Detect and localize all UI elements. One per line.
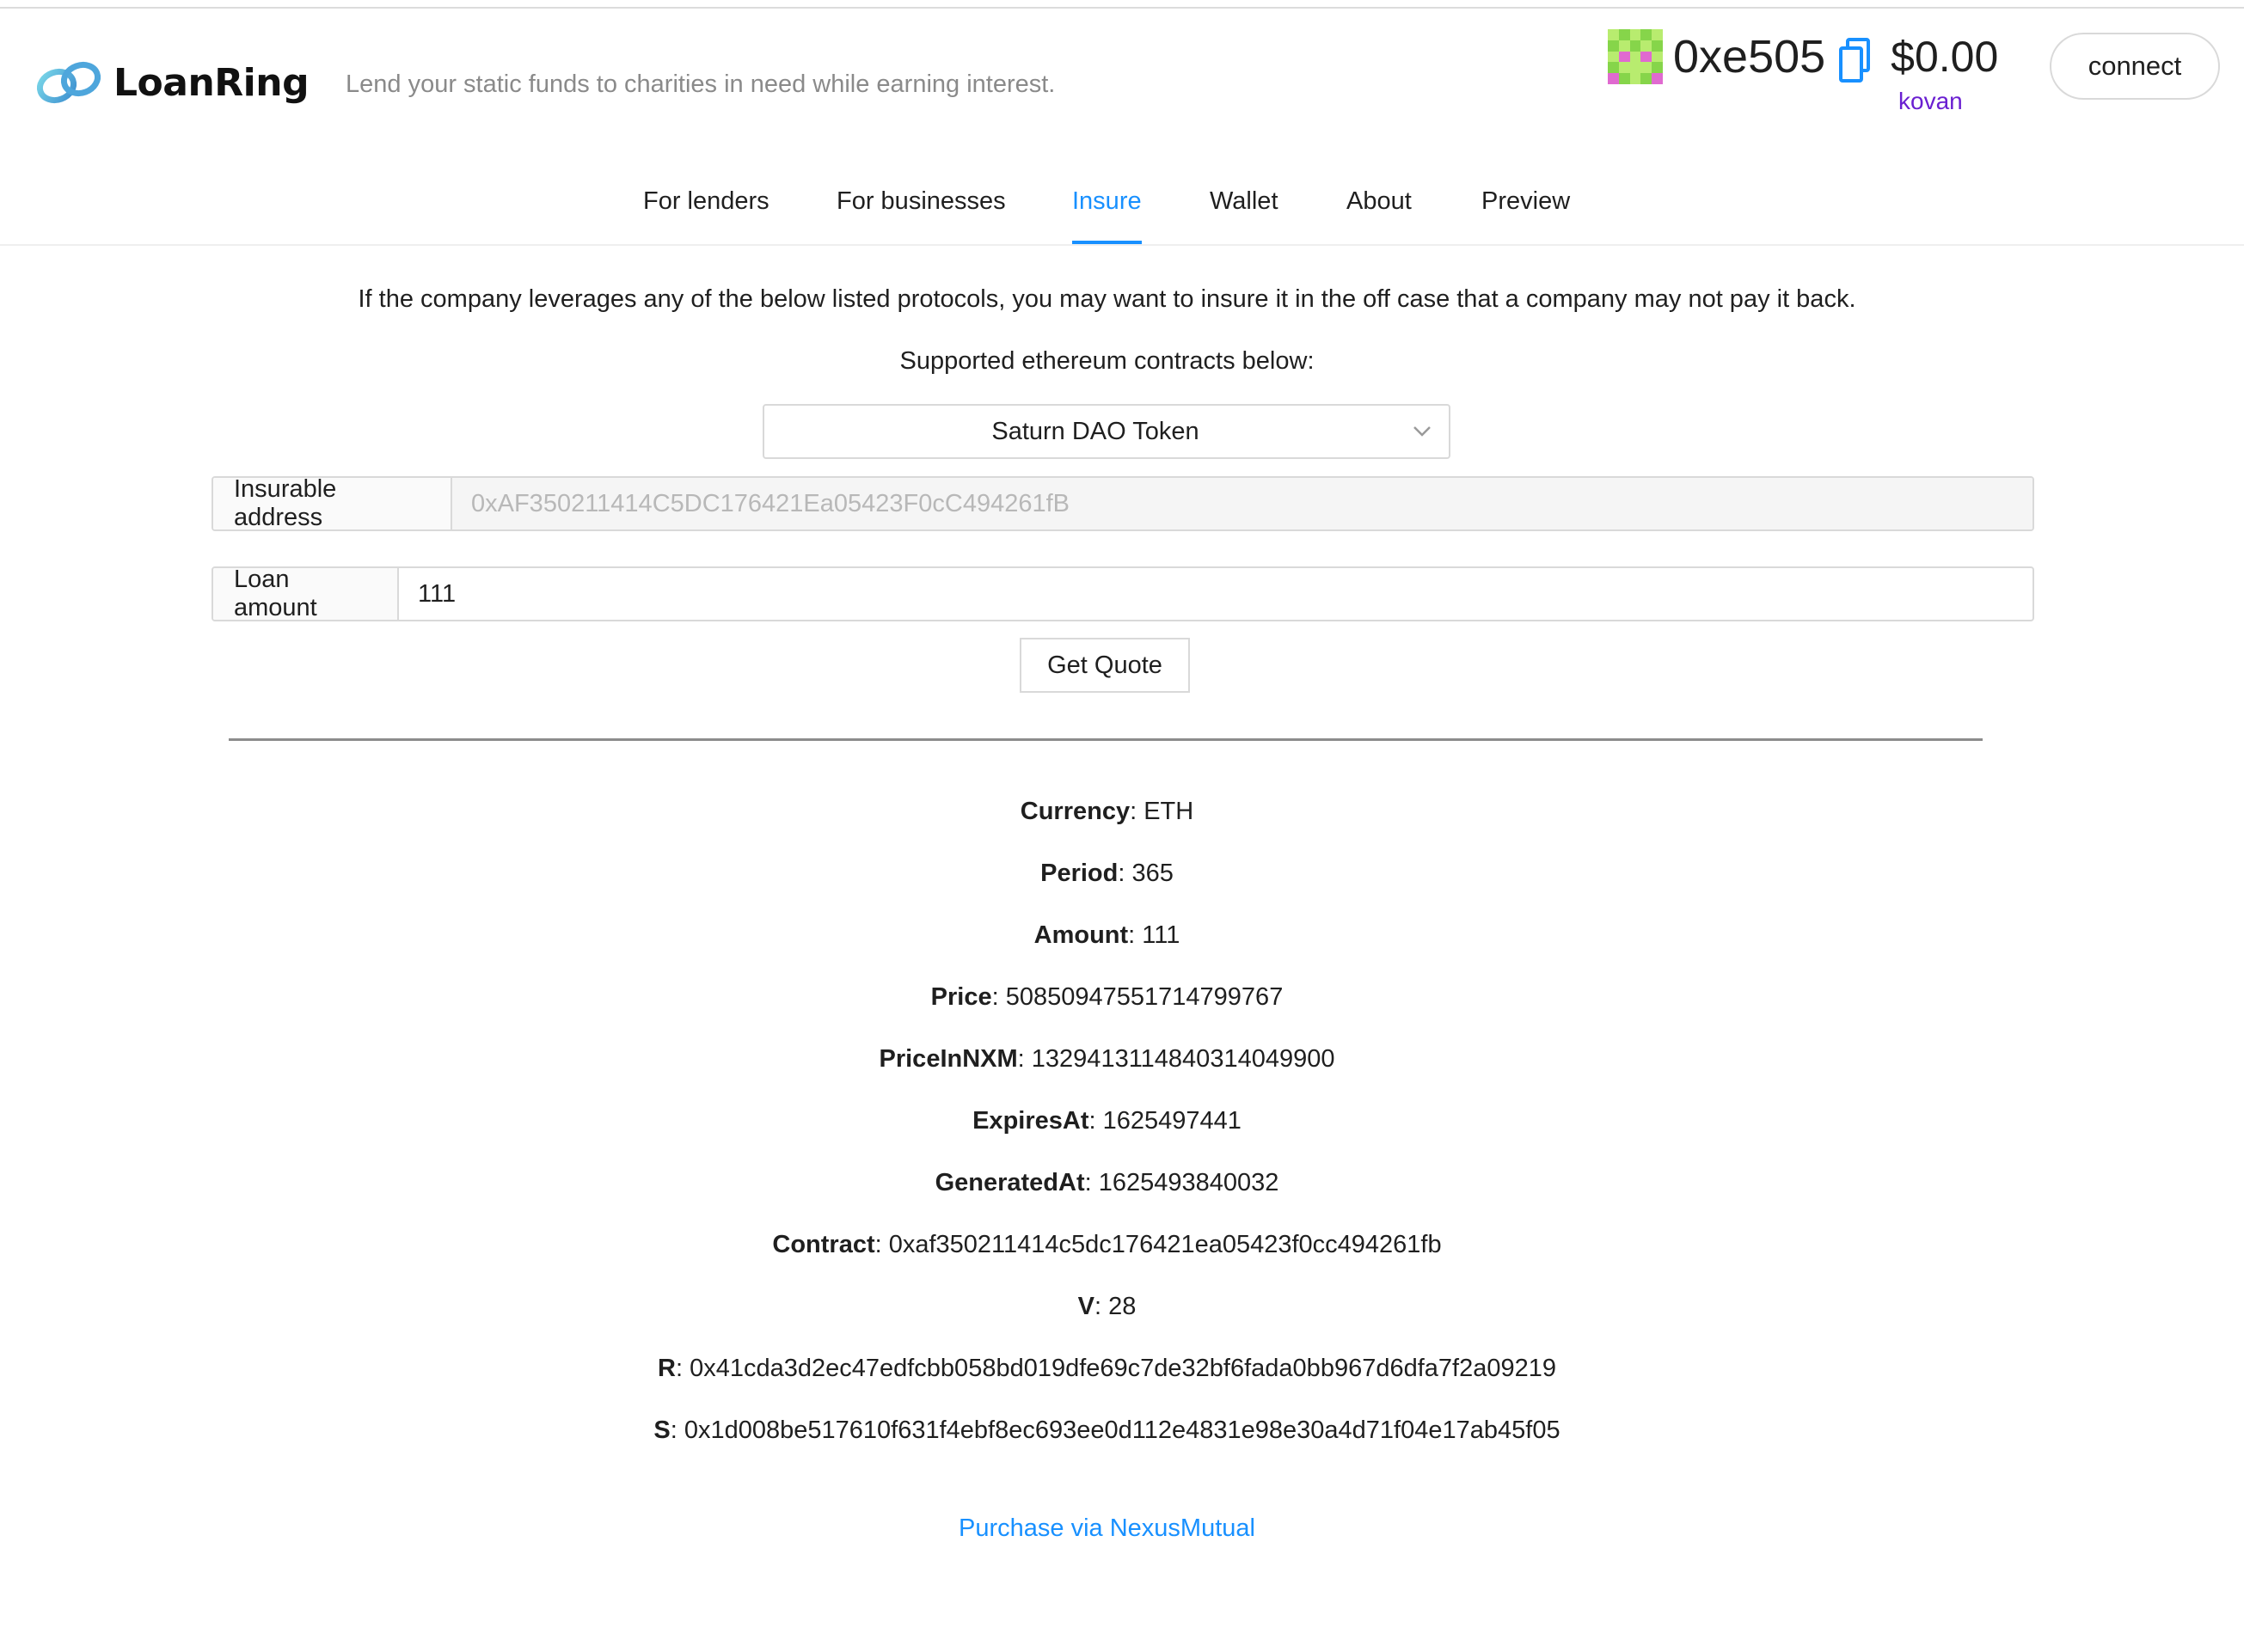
quote-currency: Currency: ETH	[1020, 798, 1194, 825]
main-nav: For lenders For businesses Insure Wallet…	[0, 172, 2244, 246]
insurable-address-label: Insurable address	[213, 478, 452, 529]
loan-amount-label: Loan amount	[213, 568, 399, 620]
quote-r: R: 0x41cda3d2ec47edfcbb058bd019dfe69c7de…	[658, 1355, 1556, 1382]
chevron-down-icon	[1413, 426, 1431, 437]
insure-intro-text: If the company leverages any of the belo…	[358, 285, 1856, 313]
account-info: 0xe505 $0.00	[1608, 29, 1998, 84]
connect-button[interactable]: connect	[2050, 33, 2220, 100]
tagline: Lend your static funds to charities in n…	[346, 70, 1056, 98]
quote-contract: Contract: 0xaf350211414c5dc176421ea05423…	[772, 1231, 1442, 1258]
loan-amount-input[interactable]: 111	[399, 568, 2032, 620]
get-quote-button[interactable]: Get Quote	[1020, 638, 1190, 693]
contract-select-value: Saturn DAO Token	[991, 418, 1199, 445]
quote-expires-at: ExpiresAt: 1625497441	[972, 1107, 1242, 1135]
network-label: kovan	[1898, 88, 1963, 114]
tab-wallet[interactable]: Wallet	[1210, 187, 1278, 244]
identicon-avatar	[1608, 29, 1663, 84]
brand-name: LoanRing	[113, 60, 310, 105]
supported-contracts-label: Supported ethereum contracts below:	[899, 347, 1315, 375]
quote-s: S: 0x1d008be517610f631f4ebf8ec693ee0d112…	[653, 1416, 1560, 1444]
quote-price: Price: 50850947551714799767	[930, 983, 1284, 1011]
insurable-address-input[interactable]: 0xAF350211414C5DC176421Ea05423F0cC494261…	[452, 478, 2032, 529]
section-divider	[229, 738, 1983, 741]
tab-preview[interactable]: Preview	[1481, 187, 1570, 244]
loan-amount-group: Loan amount 111	[212, 566, 2034, 621]
tab-insure[interactable]: Insure	[1072, 187, 1142, 244]
contract-select[interactable]: Saturn DAO Token	[763, 404, 1450, 459]
wallet-balance: $0.00	[1891, 33, 1999, 81]
purchase-nexusmutual-link[interactable]: Purchase via NexusMutual	[0, 1514, 2214, 1543]
quote-v: V: 28	[1077, 1293, 1137, 1320]
tab-about[interactable]: About	[1346, 187, 1412, 244]
top-border	[0, 0, 2244, 9]
brand-logo[interactable]: LoanRing	[34, 60, 310, 105]
quote-amount: Amount: 111	[1033, 921, 1180, 949]
tab-for-lenders[interactable]: For lenders	[643, 187, 769, 244]
quote-period: Period: 365	[1040, 860, 1174, 887]
loanring-logo-icon	[36, 61, 101, 104]
tab-for-businesses[interactable]: For businesses	[837, 187, 1006, 244]
quote-generated-at: GeneratedAt: 1625493840032	[935, 1169, 1279, 1196]
copy-icon[interactable]	[1837, 37, 1872, 83]
quote-price-in-nxm: PriceInNXM: 1329413114840314049900	[879, 1045, 1335, 1073]
insurable-address-group: Insurable address 0xAF350211414C5DC17642…	[212, 476, 2034, 531]
wallet-address: 0xe505	[1673, 31, 1826, 83]
